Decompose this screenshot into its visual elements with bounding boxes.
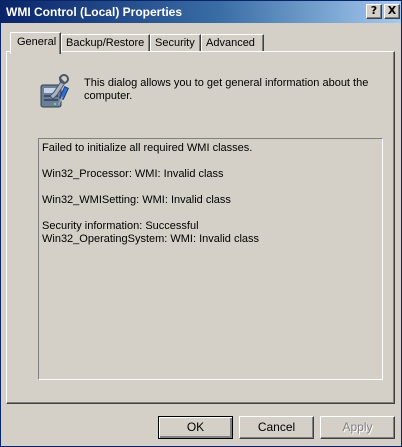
status-line bbox=[42, 155, 379, 168]
status-line: Failed to initialize all required WMI cl… bbox=[42, 142, 253, 154]
status-line: Win32_OperatingSystem: WMI: Invalid clas… bbox=[42, 233, 260, 245]
tab-backup-restore[interactable]: Backup/Restore bbox=[61, 34, 150, 52]
tab-panel-general: This dialog allows you to get general in… bbox=[6, 51, 395, 404]
status-line bbox=[42, 181, 379, 194]
cancel-button[interactable]: Cancel bbox=[239, 416, 314, 439]
properties-dialog: WMI Control (Local) Properties ? X Gener… bbox=[0, 0, 402, 447]
status-line: Security information: Successful bbox=[42, 220, 199, 232]
help-button[interactable]: ? bbox=[366, 4, 382, 19]
computer-tools-icon bbox=[40, 74, 70, 108]
tab-security[interactable]: Security bbox=[150, 34, 201, 52]
window-title: WMI Control (Local) Properties bbox=[6, 5, 183, 19]
title-bar[interactable]: WMI Control (Local) Properties ? X bbox=[1, 1, 401, 23]
status-line: Win32_WMISetting: WMI: Invalid class bbox=[42, 194, 231, 206]
tab-general[interactable]: General bbox=[10, 32, 61, 54]
intro-text: This dialog allows you to get general in… bbox=[84, 77, 369, 102]
status-line bbox=[42, 207, 379, 220]
close-button[interactable]: X bbox=[384, 4, 400, 19]
wmi-status-box[interactable]: Failed to initialize all required WMI cl… bbox=[38, 138, 383, 380]
tab-advanced[interactable]: Advanced bbox=[201, 34, 264, 52]
ok-button[interactable]: OK bbox=[158, 416, 233, 439]
apply-button[interactable]: Apply bbox=[320, 416, 395, 439]
status-line: Win32_Processor: WMI: Invalid class bbox=[42, 168, 224, 180]
